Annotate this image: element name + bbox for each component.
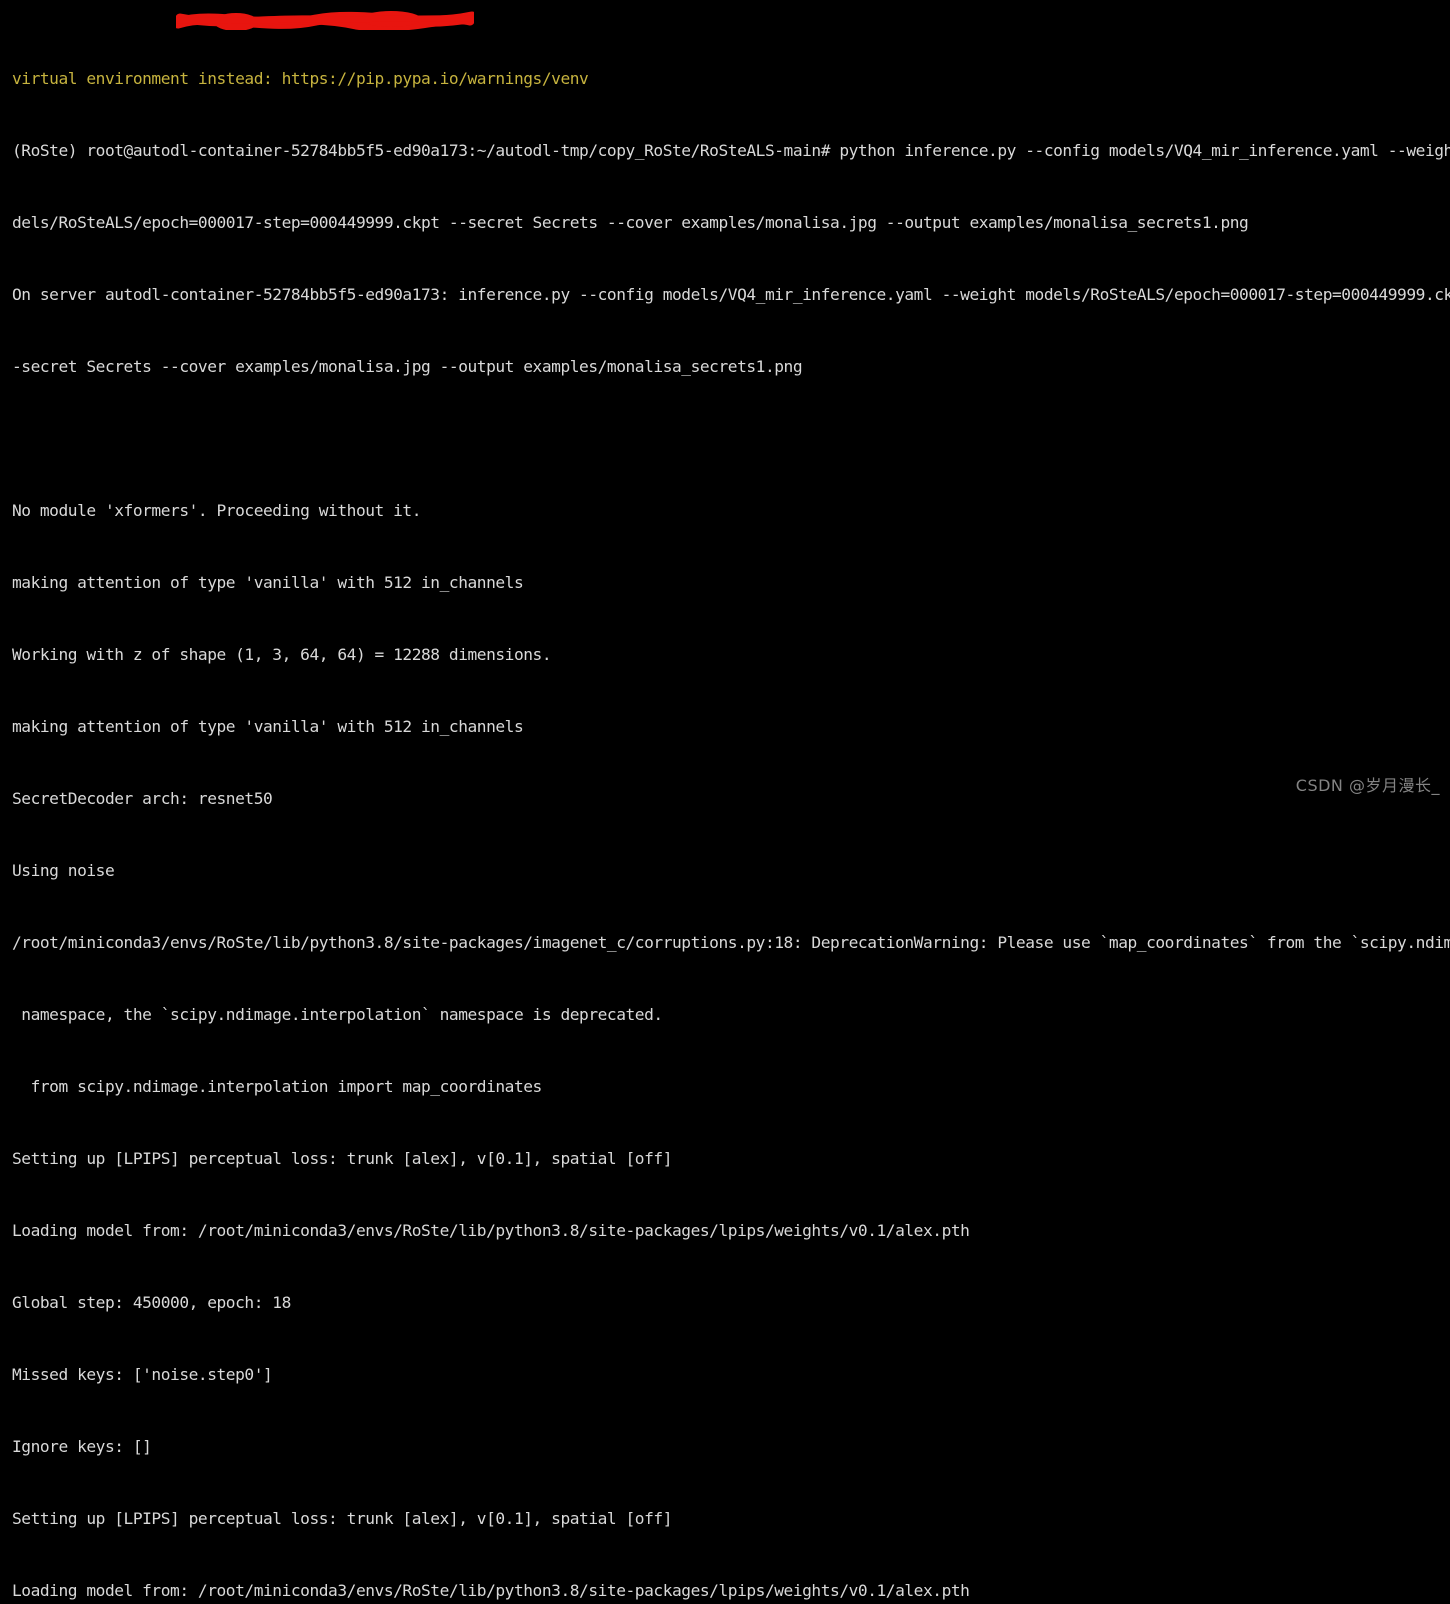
terminal-line-venv-warning: virtual environment instead: https://pip… bbox=[12, 69, 589, 88]
terminal-line-lpips-load-2: Loading model from: /root/miniconda3/env… bbox=[12, 1581, 970, 1600]
terminal-output: virtual environment instead: https://pip… bbox=[12, 0, 1450, 1604]
terminal-line-z-shape: Working with z of shape (1, 3, 64, 64) =… bbox=[12, 645, 552, 664]
csdn-watermark: CSDN @岁月漫长_ bbox=[1295, 776, 1440, 795]
terminal-line-lpips-load-1: Loading model from: /root/miniconda3/env… bbox=[12, 1221, 970, 1240]
terminal-line-missed-keys: Missed keys: ['noise.step0'] bbox=[12, 1365, 273, 1384]
terminal-line-using-noise: Using noise bbox=[12, 861, 115, 880]
terminal-line-deprecation-warning-2: namespace, the `scipy.ndimage.interpolat… bbox=[12, 1005, 663, 1024]
terminal-line-secret-decoder: SecretDecoder arch: resnet50 bbox=[12, 789, 273, 808]
terminal-line-command-continued: dels/RoSteALS/epoch=000017-step=00044999… bbox=[12, 213, 1249, 232]
terminal-line-ignore-keys: Ignore keys: [] bbox=[12, 1437, 152, 1456]
terminal-line-lpips-setup-2: Setting up [LPIPS] perceptual loss: trun… bbox=[12, 1509, 672, 1528]
terminal-window[interactable]: virtual environment instead: https://pip… bbox=[0, 0, 1450, 1600]
terminal-line-attention-2: making attention of type 'vanilla' with … bbox=[12, 717, 524, 736]
terminal-line-on-server: On server autodl-container-52784bb5f5-ed… bbox=[12, 285, 1450, 304]
terminal-line-xformers: No module 'xformers'. Proceeding without… bbox=[12, 501, 422, 520]
terminal-line-on-server-continued: -secret Secrets --cover examples/monalis… bbox=[12, 357, 803, 376]
terminal-line-deprecation-warning: /root/miniconda3/envs/RoSte/lib/python3.… bbox=[12, 933, 1450, 952]
terminal-line-attention-1: making attention of type 'vanilla' with … bbox=[12, 573, 524, 592]
terminal-line-import-map-coordinates: from scipy.ndimage.interpolation import … bbox=[12, 1077, 543, 1096]
terminal-line-prompt-command: (RoSte) root@autodl-container-52784bb5f5… bbox=[12, 141, 1450, 160]
terminal-line-global-step: Global step: 450000, epoch: 18 bbox=[12, 1293, 291, 1312]
terminal-line-lpips-setup-1: Setting up [LPIPS] perceptual loss: trun… bbox=[12, 1149, 672, 1168]
